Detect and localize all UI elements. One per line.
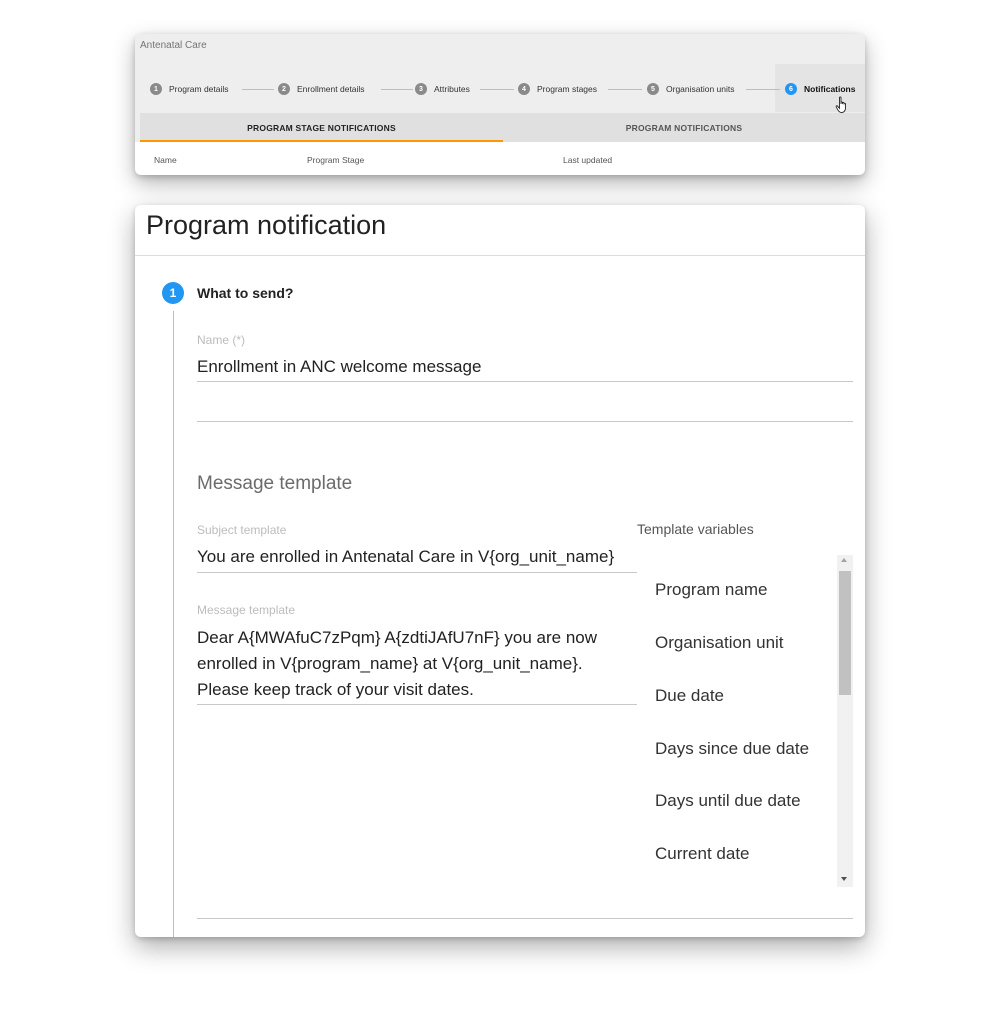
step-label: Organisation units [666,84,735,94]
template-variable-organisation-unit[interactable]: Organisation unit [655,633,784,653]
step-number: 3 [415,83,427,95]
step-number: 5 [647,83,659,95]
name-field-underline [197,381,853,382]
tab-program-notifications[interactable]: PROGRAM NOTIFICATIONS [503,113,865,142]
name-field[interactable]: Enrollment in ANC welcome message [197,357,481,377]
message-line: Dear A{MWAfuC7zPqm} A{zdtiJAfU7nF} you a… [197,628,598,647]
step-connector [480,89,514,90]
template-variable-days-until-due-date[interactable]: Days until due date [655,791,801,811]
step-connector [242,89,274,90]
title-divider [135,255,865,256]
template-variable-program-name[interactable]: Program name [655,580,767,600]
subject-template-label: Subject template [197,523,287,537]
hand-cursor-icon [835,96,846,113]
template-variables-label: Template variables [637,521,754,537]
program-header: Antenatal Care 1 Program details 2 Enrol… [135,34,865,142]
active-tab-indicator [140,140,503,142]
step-label: Attributes [434,84,470,94]
step-connector [381,89,413,90]
message-line: Please keep track of your visit dates. [197,680,474,699]
subject-template-underline [197,572,637,573]
message-template-label: Message template [197,603,296,617]
dialog-title: Program notification [146,210,387,240]
step-label: Program stages [537,84,597,94]
step-label: Program details [169,84,229,94]
step-title[interactable]: What to send? [197,285,293,301]
step-number: 4 [518,83,530,95]
step-organisation-units[interactable]: 5 Organisation units [647,82,735,96]
variables-scrollbar[interactable] [837,555,853,887]
message-template-heading: Message template [197,473,353,494]
step-connector [608,89,642,90]
scroll-thumb[interactable] [839,571,851,695]
program-title: Antenatal Care [140,40,207,51]
column-header-program-stage[interactable]: Program Stage [307,155,364,165]
scroll-down-arrow-icon[interactable] [841,877,847,881]
step-number: 1 [150,83,162,95]
column-header-last-updated[interactable]: Last updated [563,155,612,165]
step-program-details[interactable]: 1 Program details [150,82,229,96]
tab-program-stage-notifications[interactable]: PROGRAM STAGE NOTIFICATIONS [140,113,503,142]
message-line: enrolled in V{program_name} at V{org_uni… [197,654,583,673]
step-number: 6 [785,83,797,95]
step-label: Notifications [804,84,856,94]
program-stepper: 1 Program details 2 Enrollment details 3… [150,82,865,96]
program-notification-dialog: Program notification 1 What to send? Nam… [135,205,865,937]
bottom-field-underline [197,918,853,919]
message-template-underline [197,704,637,705]
scroll-up-arrow-icon[interactable] [841,558,847,562]
template-variable-due-date[interactable]: Due date [655,686,724,706]
subject-template-field[interactable]: You are enrolled in Antenatal Care in V{… [197,547,614,567]
empty-field-underline[interactable] [197,421,853,422]
step-notifications[interactable]: 6 Notifications [785,82,855,96]
step-attributes[interactable]: 3 Attributes [415,82,470,96]
template-variables-list: Program name Organisation unit Due date … [637,555,837,887]
name-field-label: Name (*) [197,333,246,347]
template-variable-days-since-due-date[interactable]: Days since due date [655,739,809,759]
step-label: Enrollment details [297,84,365,94]
step-program-stages[interactable]: 4 Program stages [518,82,597,96]
column-header-name[interactable]: Name [154,155,177,165]
notification-tabs: PROGRAM STAGE NOTIFICATIONS PROGRAM NOTI… [140,113,865,142]
step-enrollment-details[interactable]: 2 Enrollment details [278,82,365,96]
step-number-badge: 1 [162,282,184,304]
step-number: 2 [278,83,290,95]
step-connector-line [173,311,174,937]
message-template-field[interactable]: Dear A{MWAfuC7zPqm} A{zdtiJAfU7nF} you a… [197,625,627,703]
step-connector [746,89,780,90]
program-editor-card: Antenatal Care 1 Program details 2 Enrol… [135,34,865,175]
template-variable-current-date[interactable]: Current date [655,844,750,864]
